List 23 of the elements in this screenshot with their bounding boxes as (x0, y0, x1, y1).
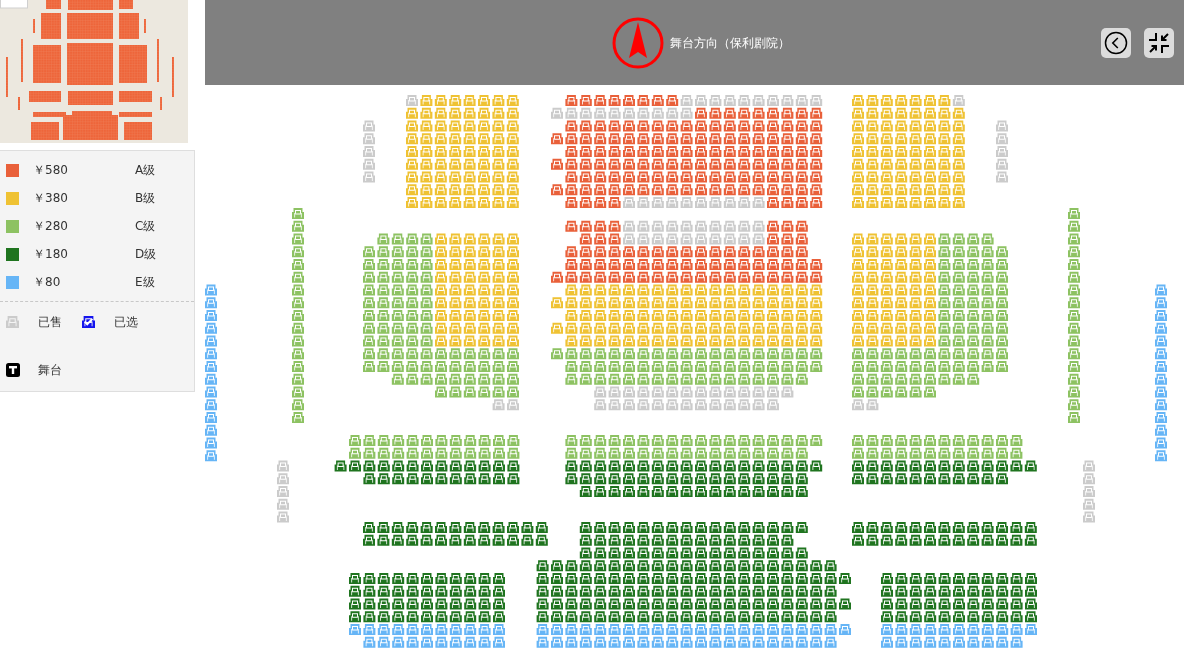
tier-label: C级 (135, 218, 156, 235)
status-label: 已售 (38, 314, 62, 331)
collapse-button[interactable] (1144, 27, 1174, 58)
back-icon (1104, 30, 1128, 55)
tier-label: D级 (135, 246, 157, 263)
stage-label: 舞台 (38, 362, 62, 379)
collapse-icon (1148, 31, 1170, 54)
tier-label: E级 (135, 274, 155, 291)
back-button[interactable] (1101, 27, 1131, 58)
status-label: 已选 (114, 314, 138, 331)
price-label: ￥380 (33, 190, 69, 207)
seat-overview-map[interactable] (0, 0, 188, 143)
price-label: ￥280 (33, 218, 69, 235)
price-label: ￥80 (33, 274, 62, 291)
price-label: ￥180 (33, 246, 69, 263)
seat-icon (6, 316, 19, 328)
price-label: ￥580 (33, 162, 69, 179)
tier-label: B级 (135, 190, 156, 207)
checked-seat-icon (82, 316, 95, 328)
tier-label: A级 (135, 162, 156, 179)
seat-map[interactable] (205, 95, 1168, 648)
stage-icon (6, 363, 20, 377)
stage-direction-title: 舞台方向（保利剧院） (669, 34, 790, 52)
